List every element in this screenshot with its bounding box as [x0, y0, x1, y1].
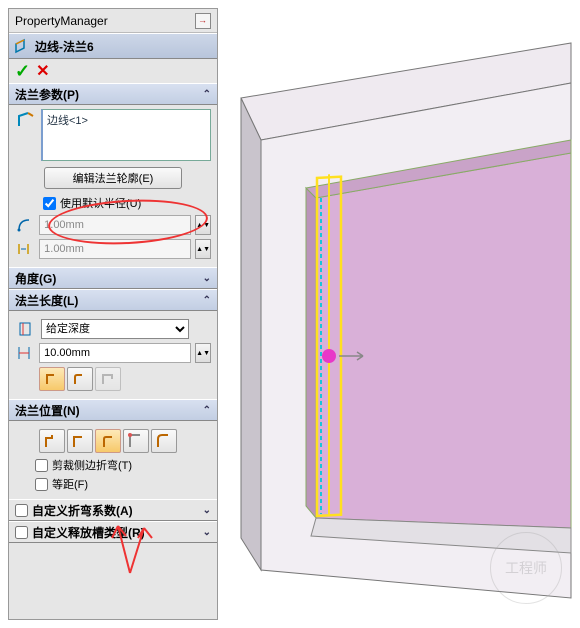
length-input[interactable] — [39, 343, 191, 363]
confirm-row: ✓ ✕ — [9, 59, 217, 83]
spin-buttons: ▲▼ — [195, 215, 211, 235]
spin-buttons: ▲▼ — [195, 239, 211, 259]
watermark: 工程师 — [490, 532, 562, 604]
pm-header: PropertyManager — [9, 9, 217, 33]
feature-title-row: 边线-法兰6 — [9, 33, 217, 59]
section-length-header[interactable]: 法兰长度(L) ⌃ — [9, 289, 217, 311]
length-reference-row — [39, 367, 211, 391]
pos-virtual-sharp[interactable] — [123, 429, 149, 453]
gap-input — [39, 239, 191, 259]
section-position-header[interactable]: 法兰位置(N) ⌃ — [9, 399, 217, 421]
pos-material-outside[interactable] — [67, 429, 93, 453]
pin-icon[interactable] — [195, 13, 211, 29]
cancel-button[interactable]: ✕ — [36, 61, 49, 81]
chevron-up-icon: ⌃ — [203, 405, 211, 416]
trim-side-bends-checkbox[interactable] — [35, 459, 48, 472]
bend-radius-input — [39, 215, 191, 235]
length-ref-virtual-sharp[interactable] — [39, 367, 65, 391]
equal-offset-checkbox[interactable] — [35, 478, 48, 491]
section-custom-bend-header[interactable]: 自定义折弯系数(A) ⌄ — [9, 499, 217, 521]
section-angle-header[interactable]: 角度(G) ⌄ — [9, 267, 217, 289]
feature-name: 边线-法兰6 — [35, 38, 94, 55]
section-length-body: 给定深度 ▲▼ — [9, 311, 217, 399]
pos-tangent-bend[interactable] — [151, 429, 177, 453]
chevron-down-icon: ⌄ — [203, 273, 211, 284]
chevron-up-icon: ⌃ — [203, 295, 211, 306]
pos-bend-outside[interactable] — [95, 429, 121, 453]
ok-button[interactable]: ✓ — [15, 61, 30, 82]
length-ref-tangent[interactable] — [67, 367, 93, 391]
bend-radius-icon — [15, 215, 35, 235]
chevron-down-icon: ⌄ — [203, 505, 211, 516]
equal-offset-row[interactable]: 等距(F) — [35, 476, 211, 492]
chevron-up-icon: ⌃ — [203, 89, 211, 100]
section-custom-relief-header[interactable]: 自定义释放槽类型(R) ⌄ — [9, 521, 217, 543]
pm-title: PropertyManager — [15, 14, 108, 28]
section-params-header[interactable]: 法兰参数(P) ⌃ — [9, 83, 217, 105]
custom-bend-checkbox[interactable] — [15, 504, 28, 517]
end-condition-select[interactable]: 给定深度 — [41, 319, 189, 339]
edge-flange-icon — [13, 37, 31, 55]
use-default-radius-checkbox[interactable] — [43, 197, 56, 210]
section-position-body: 剪裁侧边折弯(T) 等距(F) — [9, 421, 217, 499]
trim-side-bends-row[interactable]: 剪裁侧边折弯(T) — [35, 457, 211, 473]
graphics-viewport[interactable] — [220, 8, 572, 620]
end-condition-icon — [15, 319, 37, 339]
edit-flange-profile-button[interactable]: 编辑法兰轮廓(E) — [44, 167, 182, 189]
section-params-body: 边线<1> 编辑法兰轮廓(E) 使用默认半径(U) ▲▼ ▲▼ — [9, 105, 217, 267]
length-dim-icon — [15, 343, 35, 363]
edge-selection-list[interactable]: 边线<1> — [41, 109, 211, 161]
property-manager-panel: PropertyManager 边线-法兰6 ✓ ✕ 法兰参数(P) ⌃ 边线<… — [8, 8, 218, 620]
pos-material-inside[interactable] — [39, 429, 65, 453]
gap-icon — [15, 239, 35, 259]
length-ref-outer — [95, 367, 121, 391]
edge-selection-icon — [15, 109, 37, 131]
spin-buttons[interactable]: ▲▼ — [195, 343, 211, 363]
use-default-radius-row[interactable]: 使用默认半径(U) — [43, 195, 211, 211]
chevron-down-icon: ⌄ — [203, 527, 211, 538]
position-type-row — [39, 429, 211, 453]
custom-relief-checkbox[interactable] — [15, 526, 28, 539]
